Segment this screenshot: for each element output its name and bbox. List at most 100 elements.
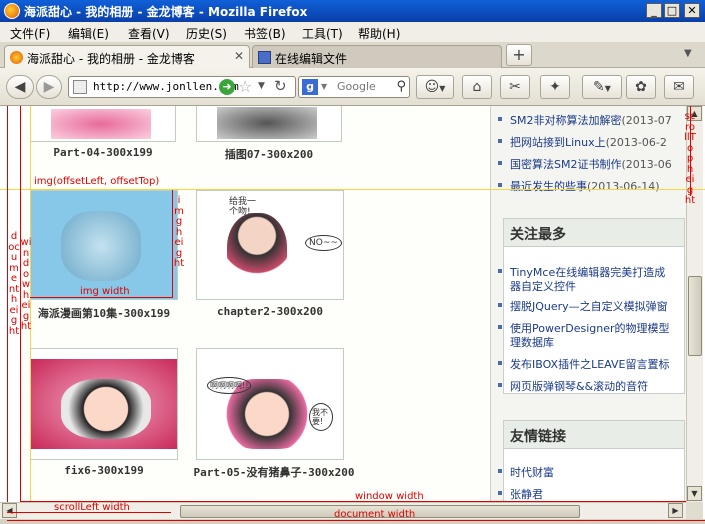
engine-dropdown-icon[interactable]: ▼ [321,77,327,97]
photo-caption[interactable]: 插图07-300x200 [196,146,342,162]
popular-post-link[interactable]: 发布IBOX插件之LEAVE留言置标 [498,356,669,372]
bookmark-star-icon[interactable]: ☆ [238,77,252,96]
scissors-icon: ✂ [509,79,521,95]
photo-caption[interactable]: fix6-300x199 [30,464,178,477]
bookmarks-button[interactable]: ✎▼ [582,75,622,99]
dropdown-icon[interactable]: ▼ [258,81,265,91]
tools-button[interactable]: ✂ [500,75,530,99]
recent-post-link[interactable]: 最近发生的些事(2013-06-14) [498,178,660,194]
photo-thumbnail[interactable]: 啊啊啊啊!! 我不要! [196,348,344,460]
scroll-down-arrow[interactable]: ▼ [687,486,702,501]
reload-icon[interactable]: ↻ [274,77,287,95]
window-height-label: window height [20,237,32,332]
google-icon[interactable]: g [302,79,318,95]
menu-view[interactable]: 查看(V) [128,25,170,42]
popular-title: 关注最多 [504,219,684,247]
img-offset-label: img(offsetLeft, offsetTop) [34,176,160,187]
navigation-bar: ◀ ▶ http://www.jonllen.com ➜ ☆ ▼ ↻ g ▼ G… [0,68,705,106]
firefox-icon [4,3,20,19]
menu-history[interactable]: 历史(S) [186,25,227,42]
back-button[interactable]: ◀ [6,75,34,99]
vertical-scroll-thumb[interactable] [688,276,702,356]
photo-thumbnail[interactable] [30,348,178,460]
photo-thumbnail[interactable] [30,106,176,142]
tab-list-icon[interactable]: ▼ [684,48,692,59]
document-width-label: document width [334,509,416,520]
scrollbar-corner [686,502,703,519]
dropdown-icon: ▼ [439,84,446,93]
puzzle-icon: ✦ [549,79,561,95]
photo-thumbnail-highlighted[interactable] [30,190,178,300]
tab-inactive[interactable]: 在线编辑文件 [252,45,502,68]
page-content: Part-04-300x199 插图07-300x200 海派漫画第10集-30… [0,106,686,502]
menu-tools[interactable]: 工具(T) [302,25,343,42]
tab-label: 在线编辑文件 [275,52,348,66]
minimize-button[interactable]: _ [646,3,662,18]
search-input[interactable]: g ▼ Google ⚲ [298,76,410,98]
tab-bar: 海派甜心 - 我的相册 - 金龙博客 ✕ 在线编辑文件 + ▼ [0,42,705,68]
document-height-label: document height [8,231,20,337]
search-icon[interactable]: ⚲ [396,77,406,97]
popular-post-link-cont[interactable]: 器自定义控件 [510,278,576,294]
speech-bubble: 我不要! [309,403,333,431]
firebug-button[interactable]: ✿ [626,75,656,99]
blog-sidebar: SM2非对称算法加解密(2013-07 把网站接到Linux上(2013-06-… [490,106,686,502]
new-tab-button[interactable]: + [506,44,532,66]
url-text: http://www.jonllen.com [93,80,239,93]
scrolltop-height-label: scrollTop height [684,111,696,206]
close-tab-icon[interactable]: ✕ [234,49,244,63]
title-bar: 海派甜心 - 我的相册 - 金龙博客 - Mozilla Firefox _ □… [0,0,705,22]
menu-help[interactable]: 帮助(H) [358,25,400,42]
forward-button[interactable]: ▶ [36,75,62,99]
bug-icon: ✿ [635,79,647,95]
extension-button[interactable]: ✦ [540,75,570,99]
tab-label: 海派甜心 - 我的相册 - 金龙博客 [27,52,195,66]
photo-thumbnail[interactable] [196,106,342,142]
smiley-icon: ☺ [424,79,440,95]
speech-bubble: 给我一个吻! [229,197,257,217]
gallery-area: Part-04-300x199 插图07-300x200 海派漫画第10集-30… [22,106,488,502]
scroll-left-arrow[interactable]: ◀ [2,503,17,518]
menu-bar: 文件(F) 编辑(E) 查看(V) 历史(S) 书签(B) 工具(T) 帮助(H… [0,22,705,42]
addon-button[interactable]: ☺▼ [416,75,454,99]
menu-file[interactable]: 文件(F) [10,25,50,42]
recent-post-link[interactable]: 把网站接到Linux上(2013-06-2 [498,134,667,150]
speech-bubble: NO~~ [305,235,342,251]
offset-top-guide [0,189,705,190]
speech-bubble: 啊啊啊啊!! [207,377,252,394]
scrollleft-width-label: scrollLeft width [54,502,130,513]
dropdown-icon: ▼ [604,84,611,93]
friend-link[interactable]: 张静君 [498,486,543,502]
tab-active[interactable]: 海派甜心 - 我的相册 - 金龙博客 ✕ [4,45,250,68]
maximize-button[interactable]: □ [664,3,680,18]
recent-post-link[interactable]: SM2非对称算法加解密(2013-07 [498,112,672,128]
img-width-label: img width [80,286,130,297]
home-icon: ⌂ [472,79,482,95]
menu-edit[interactable]: 编辑(E) [68,25,109,42]
mail-icon: ✉ [673,79,685,95]
photo-caption[interactable]: Part-04-300x199 [30,146,176,159]
popular-post-link[interactable]: 摆脱JQuery—之自定义模拟弹窗 [498,298,668,314]
scroll-right-arrow[interactable]: ▶ [668,503,683,518]
links-title: 友情链接 [504,421,684,449]
img-width-line [30,297,172,298]
go-icon[interactable]: ➜ [219,79,235,95]
mail-button[interactable]: ✉ [664,75,694,99]
img-height-label: img height [173,195,185,269]
recent-post-link[interactable]: 国密算法SM2证书制作(2013-06 [498,156,672,172]
favicon-icon [10,51,23,64]
menu-bookmarks[interactable]: 书签(B) [244,25,286,42]
document-width-line [7,520,705,521]
search-placeholder: Google [337,80,376,93]
popular-post-link-cont[interactable]: 理数据库 [510,334,554,350]
photo-thumbnail[interactable]: 给我一个吻! NO~~ [196,190,344,300]
photo-caption[interactable]: Part-05-没有猪鼻子-300x200 [190,464,358,480]
home-button[interactable]: ⌂ [462,75,492,99]
popular-post-link[interactable]: 网页版弹钢琴&&滚动的音符 [498,378,648,394]
window-title: 海派甜心 - 我的相册 - 金龙博客 - Mozilla Firefox [24,5,308,19]
close-button[interactable]: ✕ [684,3,700,18]
friend-link[interactable]: 时代财富 [498,464,554,480]
photo-caption[interactable]: chapter2-300x200 [196,305,344,318]
site-identity-icon[interactable] [73,80,87,94]
photo-caption[interactable]: 海派漫画第10集-300x199 [24,305,184,321]
